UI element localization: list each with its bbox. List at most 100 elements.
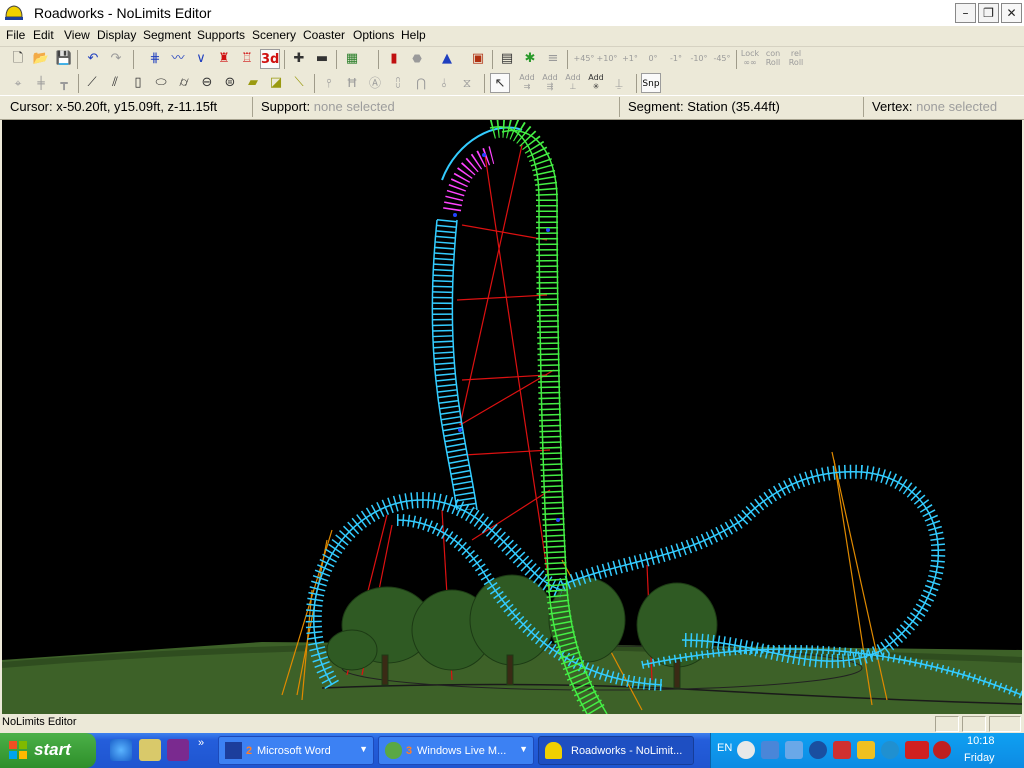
catwalk-icon[interactable]: ⟍ (289, 73, 309, 93)
bluetooth-icon[interactable] (809, 741, 827, 759)
internet-explorer-icon[interactable] (110, 739, 132, 761)
toolbar-divider (78, 74, 79, 93)
test-ride-3d-icon[interactable]: ▦ (342, 49, 362, 69)
restore-button[interactable]: ❐ (978, 3, 999, 23)
con-roll-button[interactable]: con Roll (763, 49, 783, 69)
add-vertex-icon[interactable]: ✚ (289, 49, 309, 69)
taskbar-item-messenger[interactable]: 3 Windows Live M... ▼ (378, 736, 534, 765)
3d-viewport[interactable] (2, 120, 1022, 714)
menu-help[interactable]: Help (401, 28, 426, 42)
tube-short-icon[interactable]: ⬭ (151, 73, 171, 93)
bank-minus-1-button[interactable]: -1° (665, 49, 687, 69)
clock-time[interactable]: 10:18 (967, 735, 995, 747)
cylinder-large-icon[interactable]: ⊜ (220, 73, 240, 93)
taskbar-item-word[interactable]: 2 Microsoft Word ▼ (218, 736, 374, 765)
undo-icon[interactable]: ↶ (83, 49, 103, 69)
track-dip-icon[interactable]: ∨ (191, 49, 211, 69)
track-curve-icon[interactable]: 〰 (168, 49, 188, 69)
sonic-icon[interactable] (167, 739, 189, 761)
snap-button[interactable]: Snp (641, 73, 661, 93)
bank-plus-1-button[interactable]: +1° (619, 49, 641, 69)
open-folder-icon[interactable]: 📂 (31, 49, 51, 69)
prefab-support-5-icon[interactable]: ⫰ (434, 73, 454, 93)
supports-view-icon[interactable]: ♜ (214, 49, 234, 69)
lock-roll-button[interactable]: Lock ∞∞ (740, 49, 760, 69)
cylinder-medium-icon[interactable]: ⊖ (197, 73, 217, 93)
prefab-support-2-icon[interactable]: Ⓐ (365, 73, 385, 93)
menu-segment[interactable]: Segment (143, 28, 191, 42)
add-node-1-button[interactable]: Add ⇉ (517, 73, 537, 93)
menu-file[interactable]: File (6, 28, 25, 42)
quick-launch-app-icon[interactable] (139, 739, 161, 761)
bank-minus-45-button[interactable]: -45° (711, 49, 733, 69)
brake-icon[interactable]: ▣ (468, 49, 488, 69)
footer-flat-icon[interactable]: ▰ (243, 73, 263, 93)
beam-diagonal-icon[interactable]: ⟋ (82, 73, 102, 93)
prefab-support-4-icon[interactable]: ⋂ (411, 73, 431, 93)
bank-plus-45-button[interactable]: +45° (573, 49, 595, 69)
menu-edit[interactable]: Edit (33, 28, 54, 42)
close-button[interactable]: ✕ (1001, 3, 1022, 23)
beam-double-icon[interactable]: ⫽ (105, 73, 125, 93)
track-segments-icon[interactable]: ⋕ (145, 49, 165, 69)
language-indicator[interactable]: EN (717, 742, 732, 754)
catwalk-view-icon[interactable]: ♖ (237, 49, 257, 69)
support-tool-2-icon[interactable]: ╪ (31, 73, 51, 93)
menu-view[interactable]: View (64, 28, 90, 42)
support-tool-1-icon[interactable]: ⌖ (8, 73, 28, 93)
scenery-icon[interactable]: ✱ (520, 49, 540, 69)
coaster-scene[interactable] (2, 120, 1022, 714)
start-button[interactable]: start (0, 733, 96, 768)
redo-icon[interactable]: ↷ (106, 49, 126, 69)
security-alert-icon[interactable] (833, 741, 851, 759)
add-node-2-button[interactable]: Add ⇶ (540, 73, 560, 93)
menu-display[interactable]: Display (97, 28, 136, 42)
messenger-tray-icon[interactable] (881, 741, 899, 759)
bank-plus-10-button[interactable]: +10° (596, 49, 618, 69)
rel-roll-button[interactable]: rel Roll (786, 49, 806, 69)
word-icon (225, 742, 242, 759)
window-title: Roadworks - NoLimits Editor (34, 5, 212, 21)
menu-options[interactable]: Options (353, 28, 394, 42)
add-node-3-button[interactable]: Add ⊥ (563, 73, 583, 93)
new-file-icon[interactable]: 🗋 (8, 49, 28, 69)
minimize-button[interactable]: – (955, 3, 976, 23)
tube-vertical-icon[interactable]: ▯ (128, 73, 148, 93)
lift-pyramid-icon[interactable]: ▲ (437, 49, 457, 69)
menu-supports[interactable]: Supports (197, 28, 245, 42)
network-connection-icon[interactable] (785, 741, 803, 759)
network-icon[interactable] (761, 741, 779, 759)
add-footer-icon[interactable]: ⍊ (609, 73, 629, 93)
view-3d-button[interactable]: 3d (260, 49, 280, 69)
start-label: start (34, 740, 71, 759)
quick-launch-expand-icon[interactable]: » (198, 737, 204, 749)
remove-vertex-icon[interactable]: ▬ (312, 49, 332, 69)
align-icon[interactable]: ≡ (543, 49, 563, 69)
stop-sign-icon[interactable]: ⬣ (407, 49, 427, 69)
ati-icon[interactable] (905, 741, 929, 759)
warning-icon[interactable] (857, 741, 875, 759)
cylinder-small-icon[interactable]: ⌭ (174, 73, 194, 93)
taskbar-item-roadworks[interactable]: Roadworks - NoLimit... (538, 736, 694, 765)
select-cursor-icon[interactable]: ↖ (490, 73, 510, 93)
prefab-support-1-icon[interactable]: Ħ (342, 73, 362, 93)
bank-minus-10-button[interactable]: -10° (688, 49, 710, 69)
support-tool-3-icon[interactable]: ┳ (54, 73, 74, 93)
tray-expand-icon[interactable] (737, 741, 755, 759)
footer-block-icon[interactable]: ◪ (266, 73, 286, 93)
save-icon[interactable]: 💾 (54, 49, 74, 69)
antivirus-icon[interactable] (933, 741, 951, 759)
window-layout-icon[interactable]: ▤ (497, 49, 517, 69)
toolbar-divider (492, 50, 493, 69)
traffic-light-icon[interactable]: ▮ (384, 49, 404, 69)
free-node-icon[interactable]: ⫯ (319, 73, 339, 93)
chevron-down-icon: ▼ (359, 744, 368, 754)
bank-zero-button[interactable]: 0° (642, 49, 664, 69)
con-roll-label: Roll (765, 58, 781, 67)
messenger-icon (385, 742, 402, 759)
menu-scenery[interactable]: Scenery (252, 28, 296, 42)
menu-coaster[interactable]: Coaster (303, 28, 345, 42)
prefab-support-6-icon[interactable]: ⧖ (457, 73, 477, 93)
prefab-support-3-icon[interactable]: ⩇ (388, 73, 408, 93)
add-node-4-button[interactable]: Add ✳ (586, 73, 606, 93)
